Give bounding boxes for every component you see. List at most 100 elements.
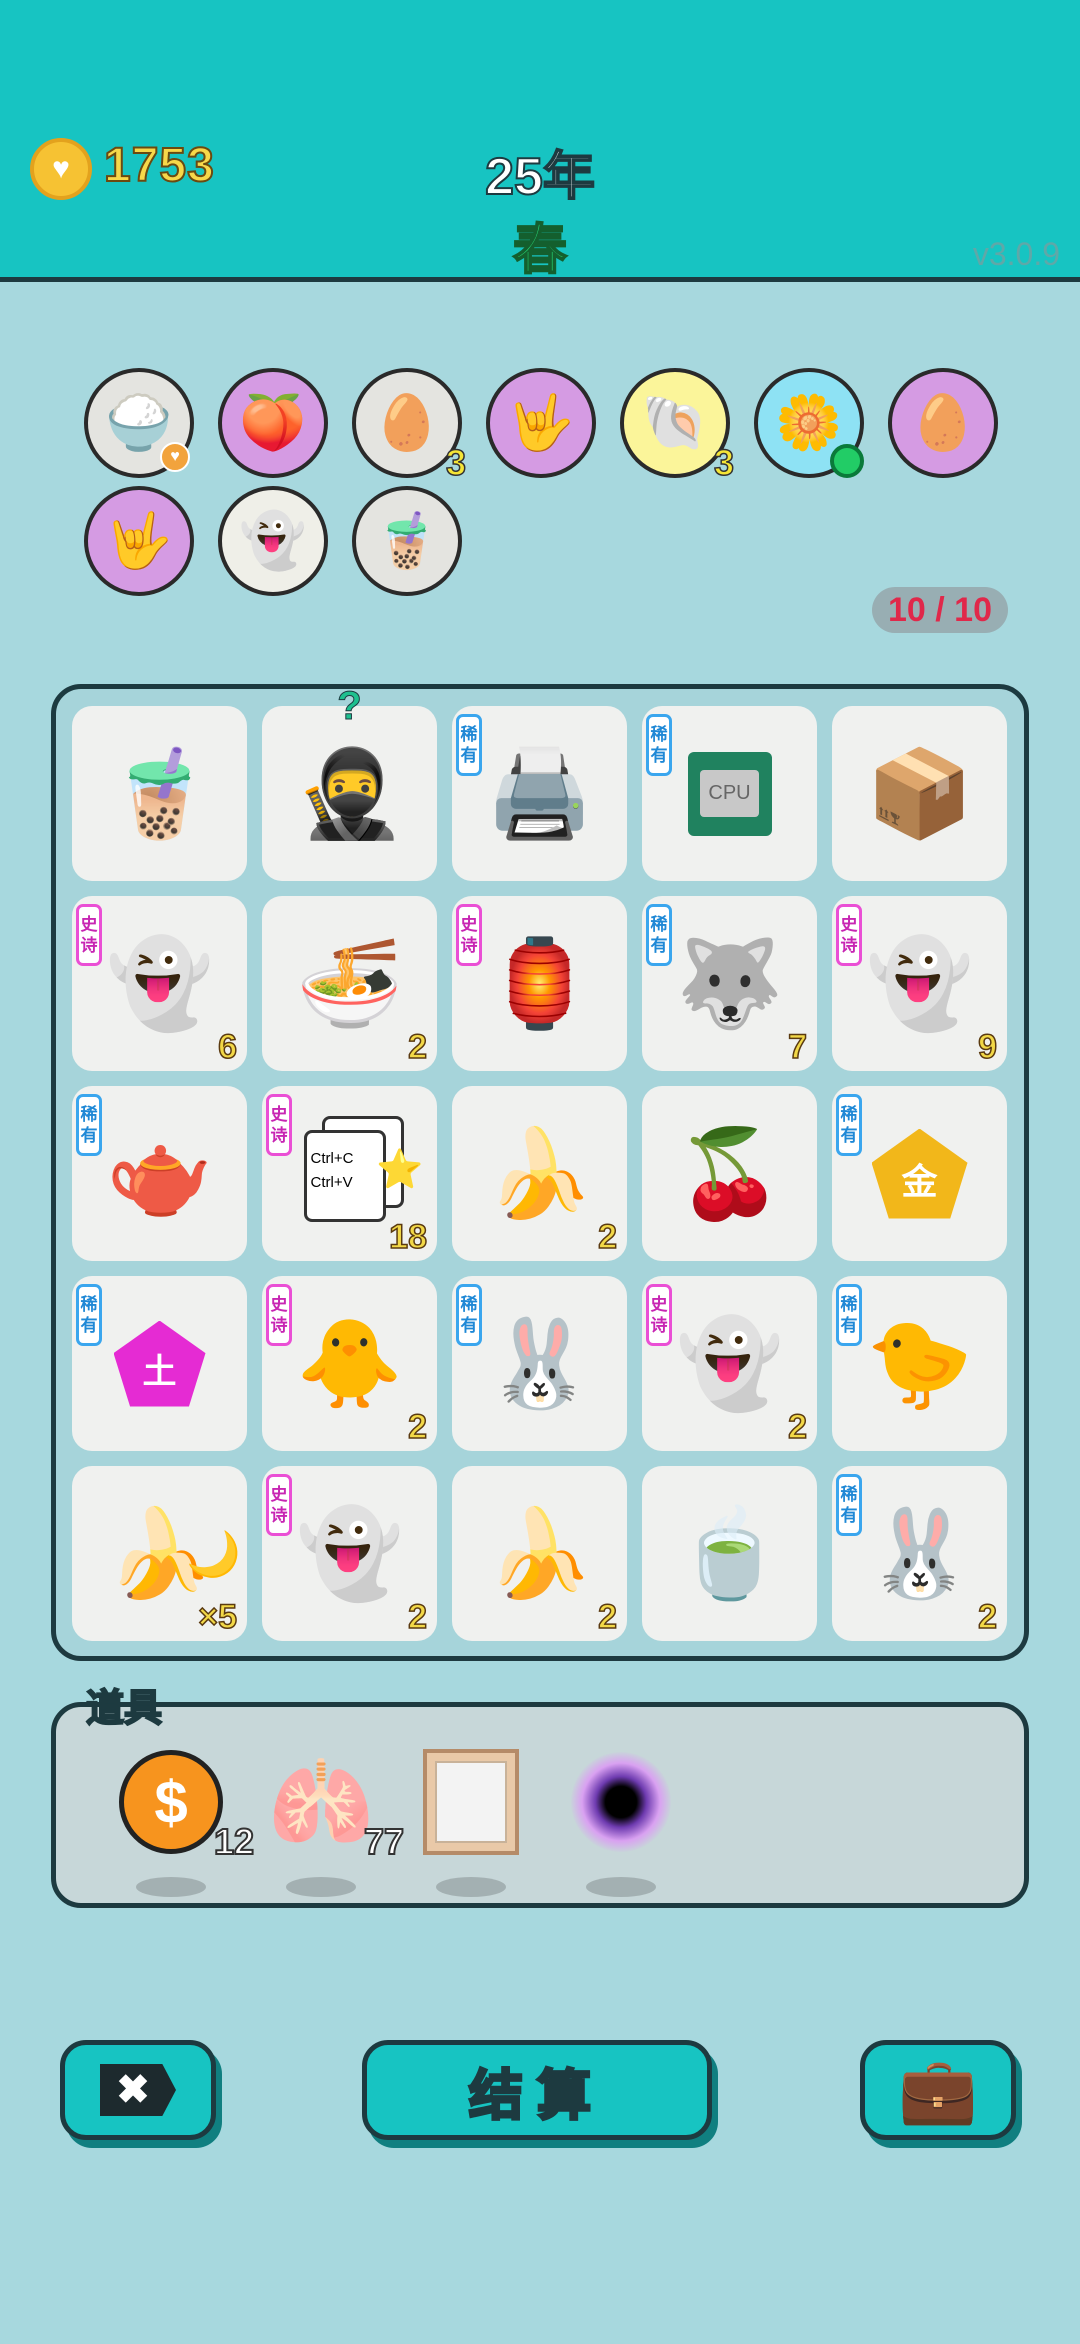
board-cell-banana[interactable]: 🍌 2: [452, 1086, 627, 1261]
rare-tag: 稀有: [836, 1474, 862, 1536]
board-cell-banana[interactable]: 🍌 2: [452, 1466, 627, 1641]
board-cell-ghost[interactable]: 👻 史诗 2: [642, 1276, 817, 1451]
gold-pentagon-icon: 金: [871, 1128, 968, 1219]
teapot-icon: 🫖: [105, 1125, 214, 1222]
rare-tag: 稀有: [76, 1094, 102, 1156]
board-cell-ctrl-cv[interactable]: Ctrl+C Ctrl+V ⭐ 史诗 18: [262, 1086, 437, 1261]
bag-button[interactable]: 💼: [860, 2040, 1016, 2140]
item-count: 2: [597, 1597, 617, 1637]
eyepatch-peach-icon[interactable]: 🍑: [218, 368, 328, 478]
milk-tea-glyph: 🧋: [373, 510, 441, 571]
board-cell-teapot[interactable]: 🫖 稀有: [72, 1086, 247, 1261]
top-bar: ♥ 1753 25年 春 v3.0.9: [0, 0, 1080, 282]
board-cell-ghost[interactable]: 👻 史诗 2: [262, 1466, 437, 1641]
epic-tag: 史诗: [456, 904, 482, 966]
board-cell-rabbit[interactable]: 🐰 稀有 2: [832, 1466, 1007, 1641]
board-cell-rabbit[interactable]: 🐰 稀有: [452, 1276, 627, 1451]
tag-char: 稀: [80, 1294, 98, 1314]
rock-hand-icon[interactable]: 🤟: [84, 486, 194, 596]
board-cell-box[interactable]: 📦: [832, 706, 1007, 881]
tag-char: 稀: [460, 724, 478, 744]
item-count: 2: [407, 1027, 427, 1067]
shortcut-text: Ctrl+V: [310, 1173, 353, 1191]
tag-char: 诗: [270, 1506, 288, 1525]
heart-badge-icon: ♥: [160, 442, 190, 472]
board-cell-basketball-bowl[interactable]: 🍜 2: [262, 896, 437, 1071]
rare-tag: 稀有: [456, 1284, 482, 1346]
rice-bowl-icon[interactable]: 🍚 ♥: [84, 368, 194, 478]
relic-count: 3: [713, 441, 735, 484]
picture-frame-icon: [423, 1749, 519, 1855]
rabbit-icon: 🐰: [485, 1315, 594, 1412]
item-count: 9: [977, 1027, 997, 1067]
close-icon: ✖: [100, 2064, 176, 2116]
slot-counter: 10 / 10: [872, 587, 1008, 633]
shell-glyph: 🐚: [641, 392, 709, 453]
tool-liver[interactable]: 🫁 77: [266, 1747, 405, 1897]
tag-char: 史: [840, 914, 858, 934]
egg-face-icon[interactable]: 🥚: [888, 368, 998, 478]
tag-char: 史: [270, 1104, 288, 1124]
ghost-tongue-glyph: 👻: [239, 510, 307, 571]
board-cell-rabbit-house[interactable]: 🏮 史诗: [452, 896, 627, 1071]
dollar-coin-icon: $: [119, 1750, 223, 1854]
ghost-tongue-icon[interactable]: 👻: [218, 486, 328, 596]
thief-icon: 🥷: [295, 745, 404, 842]
tool-coin[interactable]: $12: [116, 1747, 255, 1897]
epic-tag: 史诗: [76, 904, 102, 966]
tool-black-hole[interactable]: [566, 1747, 676, 1897]
close-button[interactable]: ✖: [60, 2040, 216, 2140]
cherry-icon: 🍒: [675, 1125, 784, 1222]
board-cell-chick-hair[interactable]: 🐥 史诗 2: [262, 1276, 437, 1451]
tag-char: 有: [650, 746, 668, 765]
cpu-icon: CPU: [687, 751, 772, 836]
board-cell-chicken[interactable]: 🐤 稀有: [832, 1276, 1007, 1451]
tag-char: 稀: [460, 1294, 478, 1314]
egg-tray-icon[interactable]: 🥚 3: [352, 368, 467, 484]
board-cell-gold[interactable]: 金稀有: [832, 1086, 1007, 1261]
board-cell-cpu[interactable]: CPU 稀有: [642, 706, 817, 881]
tag-char: 有: [460, 746, 478, 765]
card-front: Ctrl+C Ctrl+V: [303, 1129, 386, 1222]
item-count: 2: [787, 1407, 807, 1447]
tag-char: 有: [650, 936, 668, 955]
relic-count: 3: [445, 441, 467, 484]
board-cell-earth[interactable]: 土稀有: [72, 1276, 247, 1451]
board-cell-thief[interactable]: 🥷?: [262, 684, 437, 881]
item-count: 18: [388, 1217, 427, 1257]
basketball-bowl-icon: 🍜: [295, 935, 404, 1032]
ghost-icon: 👻: [295, 1505, 404, 1602]
tag-char: 诗: [460, 936, 478, 955]
potted-flower-icon[interactable]: 🌼: [754, 368, 864, 478]
board-cell-tea-bag[interactable]: 🍵: [642, 1466, 817, 1641]
board-cell-milk-tea[interactable]: 🧋: [72, 706, 247, 881]
tool-frame[interactable]: [416, 1747, 526, 1897]
board-cell-printer[interactable]: 🖨️ 稀有: [452, 706, 627, 881]
tag-char: 稀: [650, 914, 668, 934]
tools-panel: $12 🫁 77: [51, 1702, 1029, 1908]
tag-char: 有: [840, 1316, 858, 1335]
box-icon: 📦: [865, 745, 974, 842]
shell-icon[interactable]: 🐚 3: [620, 368, 735, 484]
printer-icon: 🖨️: [485, 745, 594, 842]
black-hole-icon: [571, 1752, 671, 1852]
briefcase-icon: 💼: [898, 2053, 978, 2126]
frame-inner: [435, 1761, 507, 1843]
milk-tea-icon[interactable]: 🧋: [352, 486, 462, 596]
rock-hand-icon[interactable]: 🤟: [486, 368, 596, 478]
tag-char: 有: [460, 1316, 478, 1335]
tag-char: 诗: [80, 936, 98, 955]
tag-char: 有: [80, 1126, 98, 1145]
board-cell-ghost[interactable]: 👻 史诗 6: [72, 896, 247, 1071]
settle-button[interactable]: 结算: [362, 2040, 712, 2140]
board-cell-husky[interactable]: 🐺 稀有 7: [642, 896, 817, 1071]
moon-icon: 🌙: [186, 1530, 241, 1579]
board-cell-banana-moon[interactable]: 🍌 🌙 ×5: [72, 1466, 247, 1641]
board-cell-ghost[interactable]: 👻 史诗 9: [832, 896, 1007, 1071]
ghost-icon: 👻: [865, 935, 974, 1032]
season-label: 春: [512, 219, 568, 281]
chicken-icon: 🐤: [865, 1315, 974, 1412]
board-cell-cherry[interactable]: 🍒: [642, 1086, 817, 1261]
star-icon: ⭐: [376, 1148, 424, 1191]
tool-shadow: [586, 1877, 656, 1897]
